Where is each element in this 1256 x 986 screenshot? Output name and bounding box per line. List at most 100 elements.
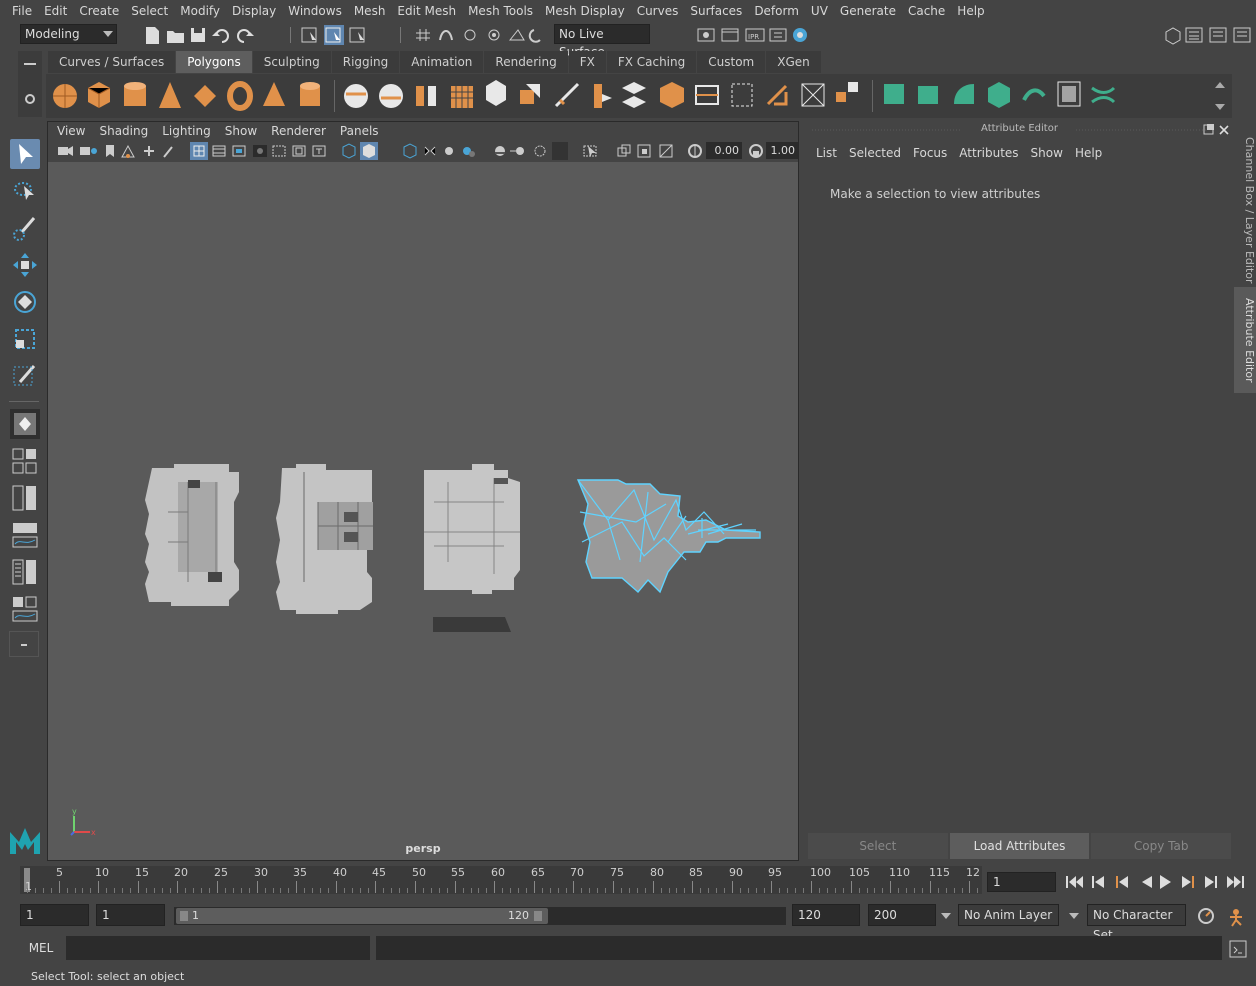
menu-help[interactable]: Help bbox=[951, 0, 990, 23]
time-slider[interactable]: 1 5 10 15 20 25 30 35 40 45 50 55 60 65 … bbox=[20, 866, 982, 894]
attr-select-button[interactable]: Select bbox=[808, 833, 948, 859]
persp-graph-layout-button[interactable] bbox=[10, 520, 40, 550]
tick-label: 45 bbox=[372, 866, 386, 879]
attr-menu-show[interactable]: Show bbox=[1025, 146, 1069, 160]
exposure-field[interactable]: 0.00 bbox=[706, 142, 742, 159]
menu-modify[interactable]: Modify bbox=[174, 0, 226, 23]
attr-menu-selected[interactable]: Selected bbox=[843, 146, 907, 160]
select-tool-button[interactable] bbox=[10, 139, 40, 169]
attr-panel-controls[interactable] bbox=[1202, 123, 1232, 137]
menu-mesh[interactable]: Mesh bbox=[348, 0, 392, 23]
shelf-tab-polygons[interactable]: Polygons bbox=[176, 51, 252, 73]
side-by-side-layout-button[interactable] bbox=[10, 483, 40, 513]
menu-surfaces[interactable]: Surfaces bbox=[684, 0, 748, 23]
gamma-icon[interactable] bbox=[747, 142, 765, 160]
shelf-tab-custom[interactable]: Custom bbox=[697, 51, 766, 73]
live-surface-field[interactable]: No Live Surface bbox=[554, 24, 650, 59]
shelf-tab-curves-surfaces[interactable]: Curves / Surfaces bbox=[48, 51, 176, 73]
menu-mesh-tools[interactable]: Mesh Tools bbox=[462, 0, 539, 23]
menu-windows[interactable]: Windows bbox=[282, 0, 348, 23]
playback-controls[interactable] bbox=[1062, 872, 1256, 892]
playback-start-field[interactable]: 1 bbox=[96, 904, 165, 926]
attr-menu-list[interactable]: List bbox=[810, 146, 843, 160]
menu-create[interactable]: Create bbox=[73, 0, 125, 23]
menu-select[interactable]: Select bbox=[125, 0, 174, 23]
menu-display[interactable]: Display bbox=[226, 0, 282, 23]
vp-menu-lighting[interactable]: Lighting bbox=[155, 124, 218, 138]
time-tick bbox=[27, 888, 28, 893]
persp-outliner-graph-layout-button[interactable] bbox=[10, 594, 40, 624]
character-set-dropdown[interactable]: No Character Set bbox=[1087, 904, 1186, 942]
vp-menu-show[interactable]: Show bbox=[218, 124, 264, 138]
snap-point-icon bbox=[464, 29, 476, 41]
script-mode-toggle[interactable]: MEL bbox=[20, 936, 62, 960]
move-tool-button[interactable] bbox=[10, 250, 40, 280]
shelf-menu-icon[interactable] bbox=[18, 51, 42, 117]
shelf-tab-xgen[interactable]: XGen bbox=[766, 51, 821, 73]
shelf-icon-strip[interactable] bbox=[46, 74, 1232, 118]
scale-tool-button[interactable] bbox=[10, 324, 40, 354]
ground-plane bbox=[433, 617, 511, 632]
shelf-tab-rigging[interactable]: Rigging bbox=[331, 51, 400, 73]
scene-view[interactable]: y x bbox=[48, 162, 798, 842]
magnet-icon bbox=[528, 29, 541, 43]
lasso-tool-button[interactable] bbox=[10, 176, 40, 206]
attr-copy-tab-button[interactable]: Copy Tab bbox=[1091, 833, 1232, 859]
vp-menu-panels[interactable]: Panels bbox=[333, 124, 386, 138]
range-slider[interactable]: 1 120 bbox=[174, 907, 786, 925]
workspace-toolbar[interactable] bbox=[1160, 24, 1256, 46]
side-tab-attribute-editor[interactable]: Attribute Editor bbox=[1234, 287, 1256, 393]
menu-edit-mesh[interactable]: Edit Mesh bbox=[391, 0, 462, 23]
menu-edit[interactable]: Edit bbox=[38, 0, 73, 23]
last-tool-button[interactable] bbox=[10, 361, 40, 391]
vp-menu-renderer[interactable]: Renderer bbox=[264, 124, 333, 138]
range-slider-handle[interactable]: 1 120 bbox=[176, 908, 548, 924]
svg-text:IPR: IPR bbox=[748, 33, 759, 41]
shelf-tab-animation[interactable]: Animation bbox=[400, 51, 484, 73]
attr-menu-focus[interactable]: Focus bbox=[907, 146, 953, 160]
chevron-down-icon[interactable] bbox=[940, 911, 952, 921]
script-editor-icon[interactable] bbox=[1228, 939, 1248, 959]
playback-end-field[interactable]: 120 bbox=[792, 904, 860, 926]
render-toolbar[interactable]: IPR bbox=[680, 24, 820, 46]
outliner-persp-layout-button[interactable] bbox=[10, 557, 40, 587]
menu-mesh-display[interactable]: Mesh Display bbox=[539, 0, 631, 23]
vp-menu-shading[interactable]: Shading bbox=[92, 124, 155, 138]
menu-deform[interactable]: Deform bbox=[748, 0, 805, 23]
four-view-layout-button[interactable] bbox=[10, 446, 40, 476]
scene-end-field[interactable]: 200 bbox=[868, 904, 936, 926]
side-tab-channel-box[interactable]: Channel Box / Layer Editor bbox=[1234, 135, 1256, 285]
chevron-down-icon[interactable] bbox=[1068, 911, 1080, 921]
vp-menu-view[interactable]: View bbox=[50, 124, 92, 138]
range-row-icons[interactable] bbox=[1196, 906, 1252, 928]
file-toolbar[interactable] bbox=[140, 24, 280, 46]
current-frame-field[interactable]: 1 bbox=[987, 872, 1056, 892]
range-handle-left-grip[interactable] bbox=[180, 911, 188, 921]
scene-start-field[interactable]: 1 bbox=[20, 904, 89, 926]
shelf-tab-fx-caching[interactable]: FX Caching bbox=[606, 51, 697, 73]
attr-load-attributes-button[interactable]: Load Attributes bbox=[949, 833, 1090, 859]
layout-menu-button[interactable] bbox=[9, 631, 39, 657]
menu-cache[interactable]: Cache bbox=[902, 0, 951, 23]
gamma-field[interactable]: 1.00 bbox=[766, 142, 798, 159]
menu-file[interactable]: File bbox=[6, 0, 38, 23]
shelf-tab-rendering[interactable]: Rendering bbox=[484, 51, 568, 73]
range-handle-right-grip[interactable] bbox=[534, 911, 542, 921]
viewport-toolbar-icons[interactable] bbox=[48, 140, 708, 162]
viewport-panel[interactable]: View Shading Lighting Show Renderer Pane… bbox=[47, 121, 799, 861]
attr-menu-help[interactable]: Help bbox=[1069, 146, 1108, 160]
anim-layer-dropdown[interactable]: No Anim Layer bbox=[958, 904, 1059, 926]
paint-select-tool-button[interactable] bbox=[10, 213, 40, 243]
command-input[interactable] bbox=[66, 936, 370, 960]
menu-uv[interactable]: UV bbox=[805, 0, 834, 23]
single-view-layout-button[interactable] bbox=[10, 409, 40, 439]
rotate-tool-button[interactable] bbox=[10, 287, 40, 317]
menu-generate[interactable]: Generate bbox=[834, 0, 902, 23]
menuset-dropdown[interactable]: Modeling bbox=[20, 24, 117, 44]
selection-toolbar[interactable] bbox=[290, 24, 550, 46]
attr-menu-attributes[interactable]: Attributes bbox=[953, 146, 1024, 160]
shelf-tab-fx[interactable]: FX bbox=[568, 51, 606, 73]
shelf-tab-sculpting[interactable]: Sculpting bbox=[252, 51, 331, 73]
menu-curves[interactable]: Curves bbox=[631, 0, 685, 23]
time-tick bbox=[375, 881, 377, 893]
